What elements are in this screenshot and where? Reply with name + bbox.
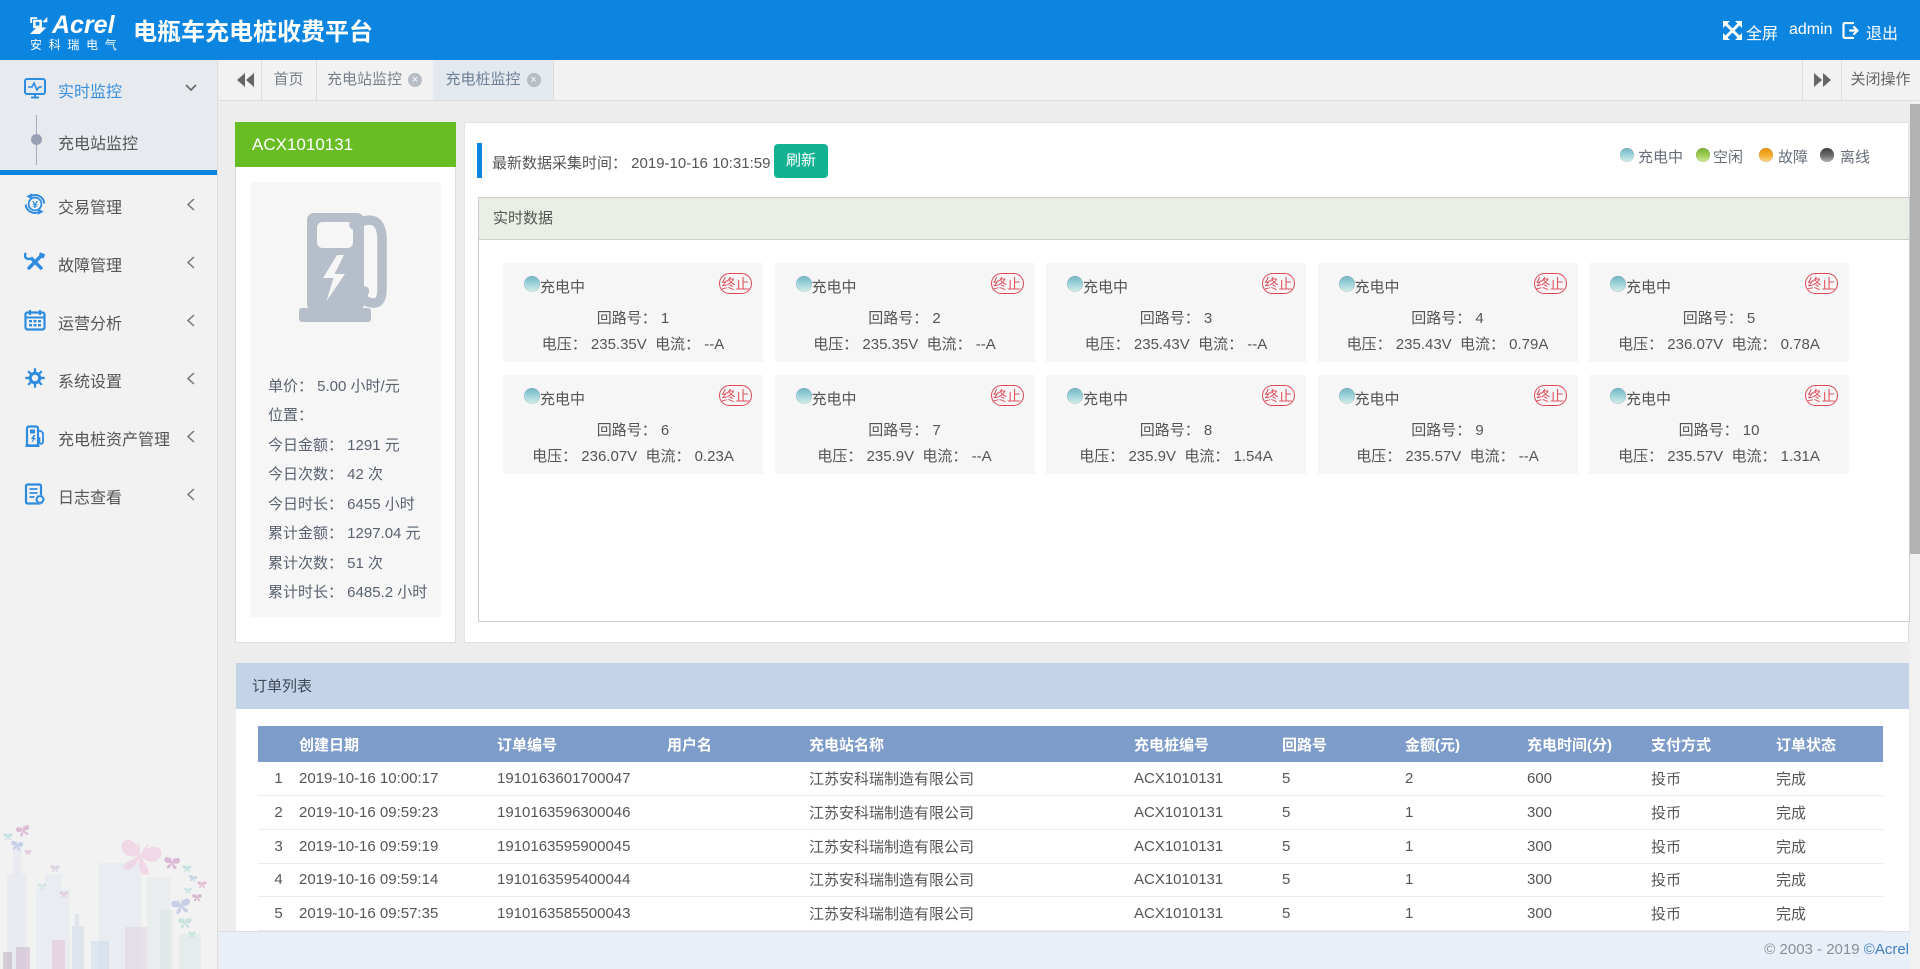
svg-text:¥: ¥	[32, 199, 38, 211]
